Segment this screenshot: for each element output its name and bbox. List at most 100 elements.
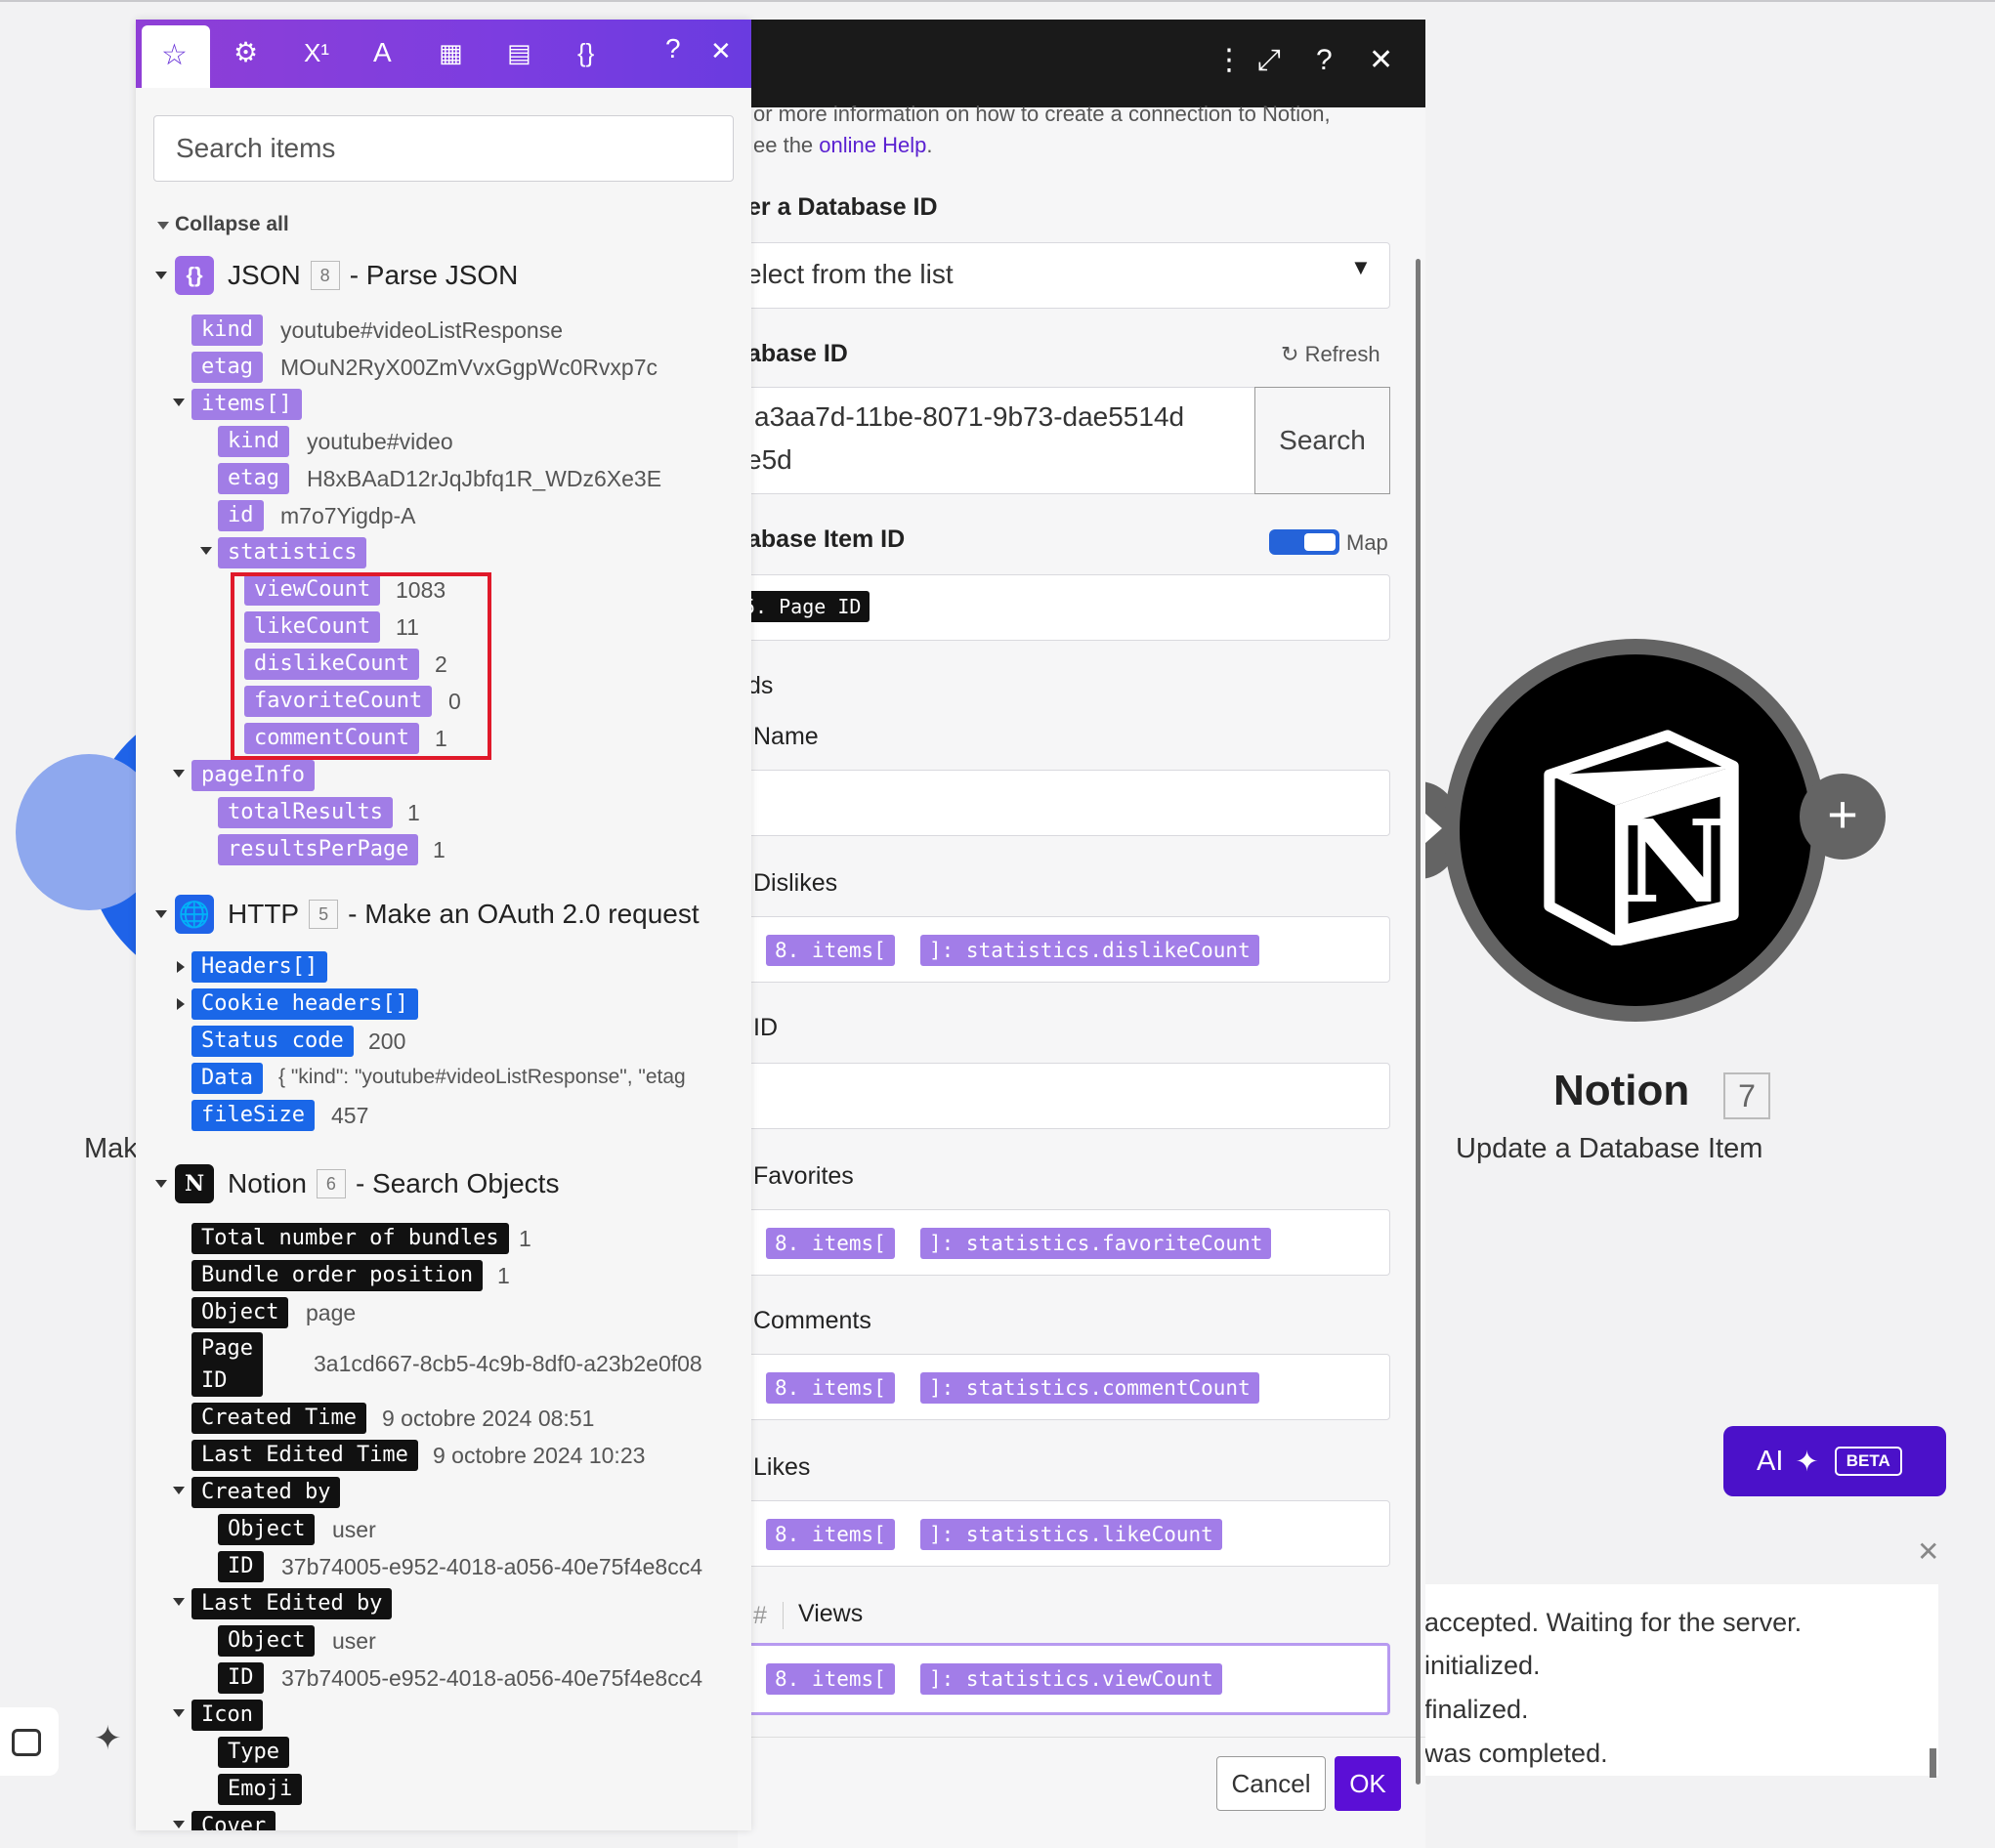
icon-key[interactable]: Icon <box>191 1700 263 1731</box>
type-key[interactable]: Type <box>218 1737 289 1768</box>
resultsperpage-key[interactable]: resultsPerPage <box>218 834 419 865</box>
tab-table-icon[interactable]: ▤ <box>507 37 531 68</box>
favorites-input[interactable]: 8. items[ ]: statistics.favoriteCount <box>738 1209 1390 1276</box>
refresh-label: Refresh <box>1304 342 1380 366</box>
page-id-chip[interactable]: 5. Page ID <box>738 591 870 622</box>
likes-chip-path[interactable]: ]: statistics.likeCount <box>920 1519 1222 1550</box>
panel-close-icon[interactable]: ✕ <box>710 35 732 66</box>
tab-settings-gear-icon[interactable]: ⚙ <box>233 37 258 68</box>
item-etag-key[interactable]: etag <box>218 463 289 494</box>
more-options-icon[interactable]: ⋮ <box>1214 45 1244 76</box>
favorites-chip-path[interactable]: ]: statistics.favoriteCount <box>920 1228 1272 1259</box>
statistics-caret[interactable] <box>200 547 212 555</box>
json-section-caret[interactable] <box>155 272 167 279</box>
notion-module-header[interactable]: N Notion 6 - Search Objects <box>175 1164 559 1203</box>
pageinfo-key[interactable]: pageInfo <box>191 760 315 791</box>
magic-wand-icon[interactable]: ✦ <box>94 1719 122 1758</box>
icon-caret[interactable] <box>173 1709 185 1717</box>
database-id-input[interactable]: a3aa7d-11be-8071-9b73-dae5514d e5d <box>738 387 1255 494</box>
cover-caret[interactable] <box>173 1821 185 1828</box>
views-input[interactable]: 8. items[ ]: statistics.viewCount <box>738 1643 1390 1715</box>
views-chip-path[interactable]: ]: statistics.viewCount <box>920 1663 1222 1695</box>
json-module-number: 8 <box>310 261 340 290</box>
database-item-id-input[interactable]: 5. Page ID <box>738 574 1390 641</box>
json-items-key[interactable]: items[] <box>191 389 302 420</box>
collapse-all-link[interactable]: Collapse all <box>175 213 289 236</box>
last-edited-by-key[interactable]: Last Edited by <box>191 1588 393 1619</box>
created-time-key[interactable]: Created Time <box>191 1403 366 1434</box>
statistics-key[interactable]: statistics <box>218 537 367 568</box>
json-etag-key[interactable]: etag <box>191 352 263 383</box>
status-code-key[interactable]: Status code <box>191 1026 354 1057</box>
emoji-key[interactable]: Emoji <box>218 1774 303 1805</box>
node-subtitle: Update a Database Item <box>1456 1133 1763 1164</box>
json-kind-key[interactable]: kind <box>191 315 263 346</box>
created-by-caret[interactable] <box>173 1487 185 1494</box>
json-module-header[interactable]: {} JSON 8 - Parse JSON <box>175 256 518 295</box>
filesize-key[interactable]: fileSize <box>191 1100 315 1131</box>
notion-section-caret[interactable] <box>155 1180 167 1188</box>
created-by-object-value: user <box>332 1517 376 1542</box>
comments-input[interactable]: 8. items[ ]: statistics.commentCount <box>738 1354 1390 1420</box>
add-note-button[interactable] <box>0 1707 59 1776</box>
last-edited-by-caret[interactable] <box>173 1598 185 1606</box>
headers-key[interactable]: Headers[] <box>191 951 328 983</box>
help-icon[interactable]: ? <box>1316 45 1333 76</box>
dislikes-chip-path[interactable]: ]: statistics.dislikeCount <box>920 935 1259 966</box>
http-section-caret[interactable] <box>155 910 167 918</box>
log-close-icon[interactable]: ✕ <box>1917 1535 1939 1568</box>
item-kind-key[interactable]: kind <box>218 426 289 457</box>
map-toggle[interactable] <box>1269 529 1339 555</box>
expand-icon[interactable]: ⤢ <box>1257 45 1281 76</box>
likes-input[interactable]: 8. items[ ]: statistics.likeCount <box>738 1500 1390 1567</box>
comments-chip-module[interactable]: 8. items[ <box>766 1372 895 1404</box>
total-bundles-key[interactable]: Total number of bundles <box>191 1223 509 1254</box>
http-module-header[interactable]: 🌐 HTTP 5 - Make an OAuth 2.0 request <box>175 895 700 934</box>
close-icon[interactable]: ✕ <box>1369 45 1393 76</box>
ok-button[interactable]: OK <box>1335 1756 1401 1811</box>
cookie-headers-caret[interactable] <box>177 998 185 1010</box>
database-select[interactable]: elect from the list ▼ <box>738 242 1390 309</box>
object-key[interactable]: Object <box>191 1297 289 1328</box>
data-key[interactable]: Data <box>191 1063 263 1094</box>
tab-calendar-icon[interactable]: ▦ <box>439 37 463 68</box>
log-line: finalized. <box>1424 1695 1529 1724</box>
refresh-button[interactable]: ↻ Refresh <box>1281 342 1380 367</box>
tab-help-icon[interactable]: ? <box>665 33 681 64</box>
totalresults-key[interactable]: totalResults <box>218 797 393 828</box>
cookie-headers-key[interactable]: Cookie headers[] <box>191 988 418 1020</box>
cancel-button[interactable]: Cancel <box>1216 1756 1326 1811</box>
created-by-key[interactable]: Created by <box>191 1477 341 1508</box>
likes-chip-module[interactable]: 8. items[ <box>766 1519 895 1550</box>
views-chip-module[interactable]: 8. items[ <box>766 1663 895 1695</box>
favorites-chip-module[interactable]: 8. items[ <box>766 1228 895 1259</box>
tab-text-icon[interactable]: A <box>373 37 392 68</box>
tab-favorites[interactable]: ☆ <box>142 25 210 88</box>
headers-caret[interactable] <box>177 961 185 973</box>
items-caret[interactable] <box>173 399 185 406</box>
name-input[interactable] <box>738 770 1390 836</box>
cover-key[interactable]: Cover <box>191 1811 276 1830</box>
last-edited-time-key[interactable]: Last Edited Time <box>191 1440 418 1471</box>
id-input[interactable] <box>738 1063 1390 1129</box>
tab-json-braces-icon[interactable]: {} <box>577 37 594 68</box>
last-edited-by-id-key[interactable]: ID <box>218 1662 264 1694</box>
log-scrollbar[interactable] <box>1930 1748 1936 1778</box>
dislikes-chip-module[interactable]: 8. items[ <box>766 935 895 966</box>
tab-math-superscript-icon[interactable]: X¹ <box>304 37 329 68</box>
search-button[interactable]: Search <box>1254 387 1390 494</box>
item-id-key[interactable]: id <box>218 500 264 531</box>
online-help-link[interactable]: online Help <box>819 133 926 157</box>
search-items-input[interactable]: Search items <box>153 115 734 182</box>
created-by-id-key[interactable]: ID <box>218 1551 264 1582</box>
comments-chip-path[interactable]: ]: statistics.commentCount <box>920 1372 1259 1404</box>
last-edited-by-object-key[interactable]: Object <box>218 1625 316 1657</box>
created-by-object-key[interactable]: Object <box>218 1514 316 1545</box>
ai-assistant-button[interactable]: AI ✦ BETA <box>1723 1426 1946 1496</box>
bundle-order-key[interactable]: Bundle order position <box>191 1260 484 1291</box>
page-id-key[interactable]: Page ID <box>191 1332 263 1397</box>
dialog-scrollbar[interactable] <box>1416 259 1421 1785</box>
pageinfo-caret[interactable] <box>173 770 185 777</box>
add-module-button[interactable]: + <box>1800 774 1886 860</box>
dislikes-input[interactable]: 8. items[ ]: statistics.dislikeCount <box>738 916 1390 983</box>
